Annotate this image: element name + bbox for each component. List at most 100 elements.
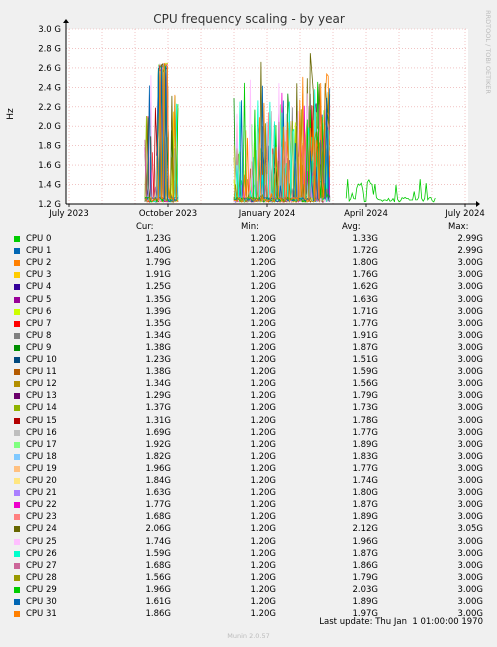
legend-series-name: CPU 20: [26, 476, 57, 486]
legend-row: CPU 27 1.68G 1.20G 1.86G 3.00G: [0, 561, 497, 573]
legend-value-min: 1.20G: [250, 572, 276, 583]
legend-series-name: CPU 24: [26, 524, 57, 535]
legend-row: CPU 21 1.63G 1.20G 1.80G 3.00G: [0, 488, 497, 500]
legend-series-name: CPU 27: [26, 560, 57, 571]
legend-value-min: 1.20G: [250, 246, 276, 257]
legend-value-cur: 1.91G: [145, 270, 171, 281]
legend-swatch: [14, 429, 20, 436]
legend-value-max: 3.00G: [457, 415, 483, 426]
legend-series-name: CPU 11: [26, 367, 57, 378]
legend-value-max: 3.00G: [457, 306, 483, 317]
legend-value-cur: 1.34G: [145, 330, 171, 341]
legend-value-cur: 1.84G: [145, 476, 171, 486]
legend-value-min: 1.20G: [250, 367, 276, 378]
legend-swatch: [14, 236, 20, 242]
legend-swatch: [14, 574, 20, 581]
legend-value-max: 3.00G: [457, 367, 483, 378]
legend-swatch: [14, 308, 20, 315]
legend-value-max: 3.00G: [457, 536, 483, 547]
legend-value-avg: 1.77G: [352, 427, 378, 438]
legend-row: CPU 11 1.38G 1.20G 1.59G 3.00G: [0, 367, 497, 379]
legend-swatch: [14, 393, 20, 400]
column-header-avg: Avg:: [342, 222, 361, 232]
legend-value-min: 1.20G: [250, 379, 276, 390]
legend-swatch: [14, 441, 20, 448]
legend-value-avg: 1.79G: [352, 391, 378, 402]
legend-row: CPU 22 1.77G 1.20G 1.87G 3.00G: [0, 500, 497, 512]
y-axis-label: Hz: [6, 108, 16, 120]
legend-value-max: 3.00G: [457, 463, 483, 474]
legend-swatch: [14, 344, 20, 351]
legend-value-avg: 1.96G: [352, 536, 378, 547]
legend-value-avg: 2.03G: [352, 584, 378, 595]
legend-row: CPU 15 1.31G 1.20G 1.78G 3.00G: [0, 416, 497, 428]
legend-value-avg: 1.62G: [352, 282, 378, 293]
legend-value-max: 3.00G: [457, 379, 483, 390]
legend-value-avg: 1.89G: [352, 512, 378, 523]
legend-series-name: CPU 25: [26, 536, 57, 547]
legend-value-cur: 1.69G: [145, 427, 171, 438]
legend-value-min: 1.20G: [250, 342, 276, 353]
legend-value-max: 3.00G: [457, 391, 483, 402]
legend-swatch: [14, 332, 20, 339]
legend-swatch: [14, 586, 20, 593]
legend-value-avg: 1.87G: [352, 342, 378, 353]
legend-swatch: [14, 599, 20, 605]
legend-series-name: CPU 9: [26, 342, 52, 353]
legend-value-max: 3.00G: [457, 342, 483, 353]
legend-value-cur: 1.68G: [145, 560, 171, 571]
legend-series-name: CPU 18: [26, 451, 57, 462]
legend-value-avg: 1.63G: [352, 294, 378, 305]
legend-value-cur: 1.63G: [145, 488, 171, 499]
x-axis-arrow: [476, 201, 480, 207]
legend-value-min: 1.20G: [250, 488, 276, 499]
legend-value-max: 3.00G: [457, 439, 483, 450]
legend-value-min: 1.20G: [250, 476, 276, 486]
legend-value-avg: 1.80G: [352, 488, 378, 499]
legend-series-name: CPU 31: [26, 609, 57, 620]
legend-value-min: 1.20G: [250, 330, 276, 341]
legend-value-avg: 1.89G: [352, 597, 378, 607]
legend-value-max: 3.00G: [457, 512, 483, 523]
column-header-cur: Cur:: [136, 222, 154, 232]
legend-swatch: [14, 272, 20, 279]
legend-value-min: 1.20G: [250, 536, 276, 547]
legend-value-cur: 1.31G: [145, 415, 171, 426]
legend-series-name: CPU 22: [26, 500, 57, 511]
legend-series-name: CPU 12: [26, 379, 57, 390]
legend-value-max: 3.00G: [457, 403, 483, 414]
legend-value-cur: 2.06G: [145, 524, 171, 535]
legend-row: CPU 18 1.82G 1.20G 1.83G 3.00G: [0, 452, 497, 464]
legend-value-cur: 1.25G: [145, 282, 171, 293]
legend-value-avg: 1.74G: [352, 476, 378, 486]
legend-row: CPU 12 1.34G 1.20G 1.56G 3.00G: [0, 379, 497, 391]
legend-value-avg: 1.87G: [352, 548, 378, 559]
legend-row: CPU 3 1.91G 1.20G 1.76G 3.00G: [0, 270, 497, 282]
legend-value-min: 1.20G: [250, 355, 276, 365]
legend-swatch: [14, 453, 20, 460]
legend-value-avg: 1.56G: [352, 379, 378, 390]
legend-value-max: 2.99G: [457, 234, 483, 244]
legend-row: CPU 23 1.68G 1.20G 1.89G 3.00G: [0, 512, 497, 524]
legend-value-cur: 1.68G: [145, 512, 171, 523]
legend-series-name: CPU 21: [26, 488, 57, 499]
legend-row: CPU 28 1.56G 1.20G 1.79G 3.00G: [0, 573, 497, 585]
legend-value-min: 1.20G: [250, 451, 276, 462]
legend-value-min: 1.20G: [250, 548, 276, 559]
x-tick-label: October 2023: [139, 209, 197, 219]
legend-series-name: CPU 29: [26, 584, 57, 595]
legend-value-min: 1.20G: [250, 282, 276, 293]
chart: CPU frequency scaling - by year Hz RRDTO…: [6, 10, 492, 219]
rrdtool-credit: RRDTOOL / TOBI OETIKER: [484, 10, 492, 94]
legend-swatch: [14, 514, 20, 521]
legend-value-avg: 1.51G: [352, 355, 378, 365]
legend-row: CPU 10 1.23G 1.20G 1.51G 3.00G: [0, 355, 497, 367]
legend-row: CPU 30 1.61G 1.20G 1.89G 3.00G: [0, 597, 497, 609]
legend-swatch: [14, 478, 20, 484]
legend-value-avg: 1.80G: [352, 258, 378, 269]
legend-row: CPU 8 1.34G 1.20G 1.91G 3.00G: [0, 331, 497, 343]
legend-value-cur: 1.59G: [145, 548, 171, 559]
legend-row: CPU 26 1.59G 1.20G 1.87G 3.00G: [0, 549, 497, 561]
legend-value-min: 1.20G: [250, 391, 276, 402]
legend-value-min: 1.20G: [250, 270, 276, 281]
